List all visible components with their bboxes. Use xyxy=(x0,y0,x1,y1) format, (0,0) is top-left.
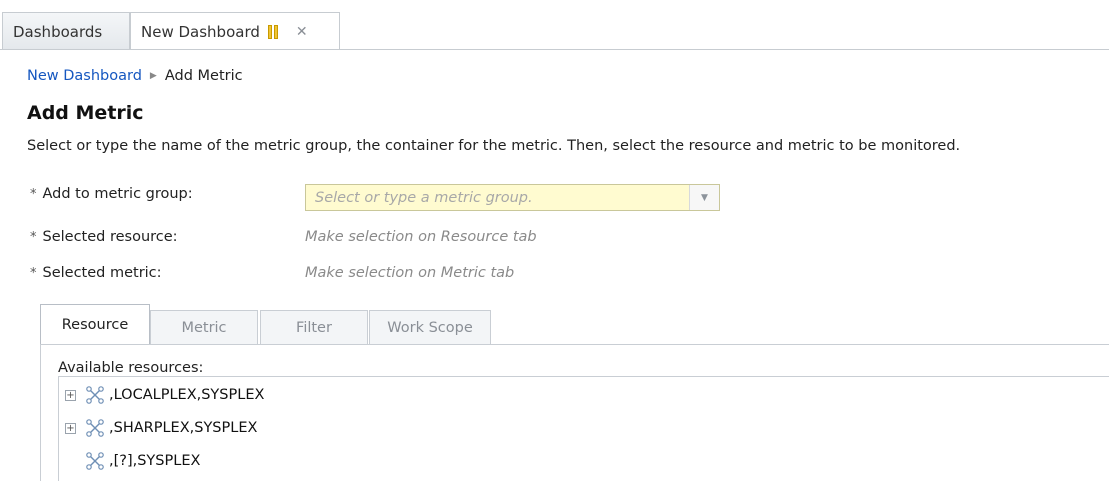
tree-item-label: ,[?],SYSPLEX xyxy=(109,453,201,469)
required-asterisk-icon: * xyxy=(30,265,37,281)
selected-resource-label: Selected resource: xyxy=(42,229,178,245)
selected-metric-hint: Make selection on Metric tab xyxy=(305,265,515,281)
sysplex-icon xyxy=(86,419,104,437)
expand-icon[interactable]: + xyxy=(65,422,76,434)
chevron-down-icon[interactable]: ▼ xyxy=(689,185,719,210)
required-asterisk-icon: * xyxy=(30,186,37,202)
tree-item-label: ,LOCALPLEX,SYSPLEX xyxy=(109,387,265,403)
tab-resource[interactable]: Resource xyxy=(40,304,150,345)
page-title: Add Metric xyxy=(27,102,144,124)
breadcrumb-link-new-dashboard[interactable]: New Dashboard xyxy=(27,68,142,84)
close-icon[interactable]: ✕ xyxy=(296,24,308,40)
dashboard-tabstrip: Dashboards New Dashboard ✕ xyxy=(0,0,1109,51)
tabstrip-divider xyxy=(0,49,1109,50)
expand-icon[interactable]: + xyxy=(65,389,76,401)
available-resources-label: Available resources: xyxy=(58,360,204,376)
tab-new-dashboard[interactable]: New Dashboard ✕ xyxy=(130,12,340,51)
sysplex-icon xyxy=(86,386,104,404)
metric-group-label: Add to metric group: xyxy=(42,186,193,202)
tab-filter[interactable]: Filter xyxy=(260,310,368,345)
metric-group-row: * Add to metric group: xyxy=(30,186,308,202)
resource-tree[interactable]: + ,LOCALPLEX,SYSPLEX + ,SHARPLEX,SYSPLEX xyxy=(58,376,1109,481)
selected-metric-label: Selected metric: xyxy=(42,265,162,281)
tree-item[interactable]: + ,LOCALPLEX,SYSPLEX xyxy=(65,383,264,407)
tab-dashboards[interactable]: Dashboards xyxy=(2,12,130,50)
breadcrumb-current: Add Metric xyxy=(164,68,243,84)
tree-item-label: ,SHARPLEX,SYSPLEX xyxy=(109,420,258,436)
tab-dashboards-label: Dashboards xyxy=(13,22,103,41)
add-metric-tabs: Resource Metric Filter Work Scope xyxy=(40,304,1109,345)
selected-metric-row: * Selected metric: xyxy=(30,265,308,281)
page-description: Select or type the name of the metric gr… xyxy=(27,138,961,154)
tab-new-dashboard-label: New Dashboard xyxy=(141,22,260,41)
tree-item[interactable]: + ,SHARPLEX,SYSPLEX xyxy=(65,416,257,440)
required-asterisk-icon: * xyxy=(30,229,37,245)
tab-work-scope[interactable]: Work Scope xyxy=(369,310,491,345)
sysplex-icon xyxy=(86,452,104,470)
tab-metric[interactable]: Metric xyxy=(150,310,258,345)
metric-group-input[interactable] xyxy=(306,185,689,210)
pause-icon[interactable] xyxy=(267,24,278,39)
metric-group-combobox[interactable]: ▼ xyxy=(305,184,720,211)
selected-resource-row: * Selected resource: xyxy=(30,229,308,245)
tree-item[interactable]: ,[?],SYSPLEX xyxy=(65,449,200,473)
breadcrumb: New Dashboard ▶ Add Metric xyxy=(27,68,243,84)
breadcrumb-separator-icon: ▶ xyxy=(149,71,157,81)
selected-resource-hint: Make selection on Resource tab xyxy=(305,229,537,245)
